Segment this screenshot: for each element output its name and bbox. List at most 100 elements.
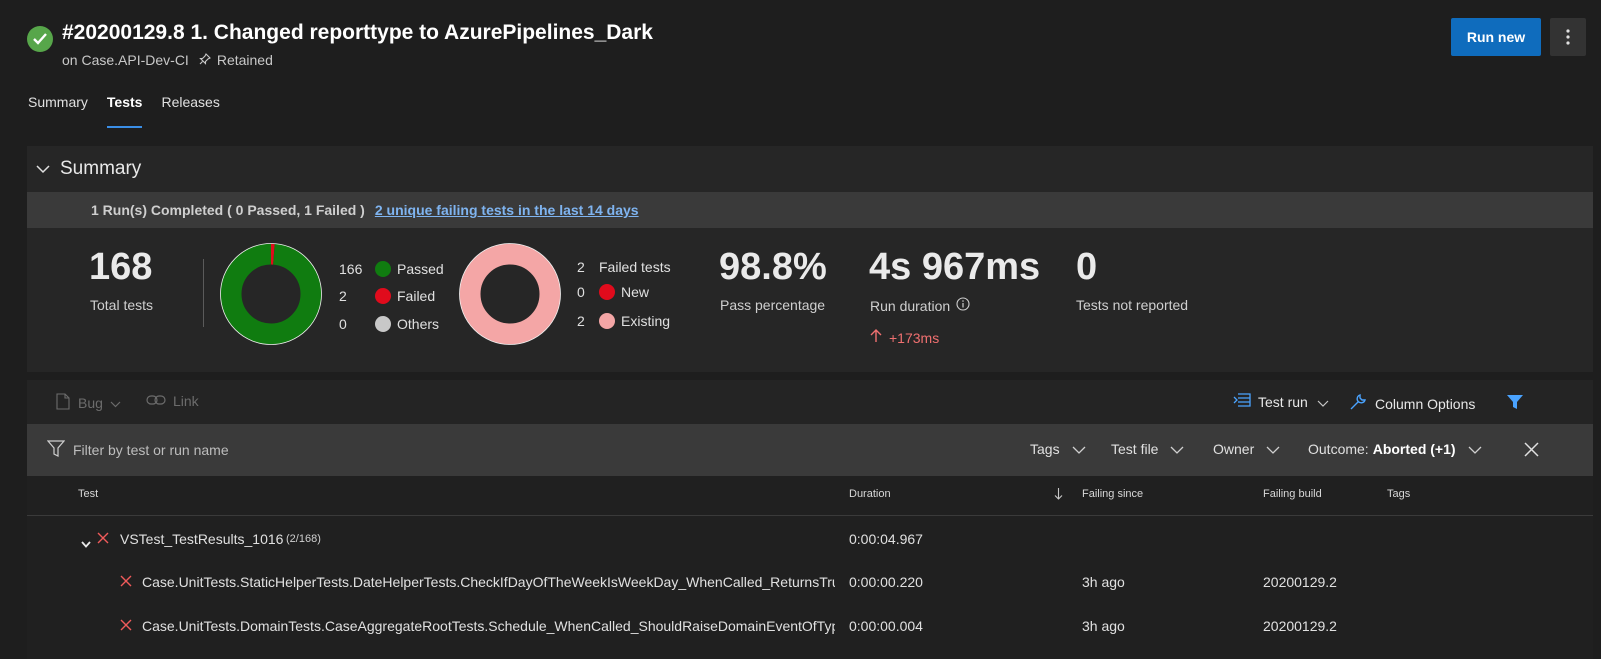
more-actions-button[interactable] (1550, 18, 1586, 56)
failing-build[interactable]: 20200129.2 (1263, 574, 1337, 590)
existing-count: 2 (577, 313, 585, 329)
link-icon (146, 393, 166, 409)
info-icon[interactable] (956, 297, 970, 314)
others-count: 0 (339, 316, 347, 332)
chevron-down-icon[interactable] (36, 161, 50, 179)
retained-label: Retained (216, 52, 273, 68)
outcome-filter-value: Aborted (+1) (1372, 441, 1456, 457)
failing-since: 3h ago (1082, 618, 1125, 634)
column-header-duration[interactable]: Duration (849, 488, 891, 500)
outcome-slice-passed (220, 243, 322, 345)
legend-failed-tests: 2 Failed tests (577, 259, 671, 275)
chevron-down-icon (1317, 394, 1329, 410)
failed-tests-donut-chart (459, 243, 561, 345)
column-header-test[interactable]: Test (78, 488, 98, 500)
new-dot (599, 284, 615, 300)
test-duration: 0:00:00.004 (849, 618, 923, 634)
test-duration: 0:00:00.220 (849, 574, 923, 590)
legend-failed: 2 Failed (339, 288, 435, 304)
test-name[interactable]: Case.UnitTests.DomainTests.CaseAggregate… (142, 618, 835, 634)
chevron-down-icon (1170, 441, 1184, 457)
run-title: #20200129.8 1. Changed reporttype to Azu… (62, 21, 653, 44)
run-duration-label: Run duration (870, 297, 951, 314)
column-header-failing-build[interactable]: Failing build (1263, 488, 1322, 500)
divider (203, 259, 204, 327)
owner-filter-dropdown[interactable]: Owner (1213, 441, 1280, 457)
owner-filter-label: Owner (1213, 441, 1255, 457)
failed-x-icon (120, 574, 132, 592)
run-duration-value: 4s 967ms (869, 246, 1041, 288)
column-header-failing-since[interactable]: Failing since (1082, 488, 1143, 500)
failed-x-icon (97, 531, 109, 549)
test-name[interactable]: Case.UnitTests.StaticHelperTests.DateHel… (142, 574, 835, 590)
total-tests-value: 168 (89, 246, 153, 288)
filter-input[interactable] (73, 442, 333, 458)
page-header: #20200129.8 1. Changed reporttype to Azu… (0, 0, 1601, 80)
tab-summary[interactable]: Summary (28, 94, 88, 128)
others-label: Others (397, 316, 440, 332)
passed-dot (375, 261, 391, 277)
new-count: 0 (577, 284, 585, 300)
outcome-donut-chart (220, 243, 322, 345)
failing-build[interactable]: 20200129.2 (1263, 618, 1337, 634)
link-button[interactable]: Link (146, 393, 199, 409)
failed-dot (375, 288, 391, 304)
failed-label: Failed (397, 288, 436, 304)
chevron-down-icon[interactable] (81, 535, 91, 553)
existing-label: Existing (621, 313, 671, 329)
failed-tests-count: 2 (577, 259, 585, 275)
legend-existing: 2 Existing (577, 313, 670, 329)
summary-heading: Summary (60, 158, 142, 179)
bug-button[interactable]: Bug (56, 393, 121, 413)
test-file-filter-label: Test file (1111, 441, 1159, 457)
document-icon (56, 393, 70, 413)
total-tests-label: Total tests (90, 297, 154, 313)
clear-filters-button[interactable] (1524, 442, 1539, 462)
tests-not-reported-label: Tests not reported (1076, 297, 1189, 313)
test-run-count: (2/168) (286, 533, 321, 545)
passed-count: 166 (339, 261, 363, 277)
duration-delta-value: +173ms (889, 329, 940, 346)
test-file-filter-dropdown[interactable]: Test file (1111, 441, 1184, 457)
tab-tests[interactable]: Tests (106, 94, 142, 128)
test-run-name[interactable]: VSTest_TestResults_1016 (120, 531, 283, 547)
run-new-button[interactable]: Run new (1451, 18, 1541, 56)
succeeded-status-icon (27, 26, 53, 52)
header-divider (27, 515, 1593, 516)
outcome-filter-dropdown[interactable]: Outcome: Aborted (+1) (1308, 441, 1482, 457)
wrench-icon (1349, 393, 1367, 414)
filter-toggle-button[interactable] (1506, 394, 1524, 413)
bug-label: Bug (78, 395, 103, 411)
unique-failing-tests-link[interactable]: 2 unique failing tests in the last 14 da… (375, 202, 639, 218)
tags-filter-dropdown[interactable]: Tags (1030, 441, 1086, 457)
table-row[interactable]: VSTest_TestResults_1016 (2/168) 0:00:04.… (27, 520, 1593, 556)
sort-arrow-down-icon[interactable] (1054, 487, 1063, 505)
group-by-test-run-dropdown[interactable]: Test run (1233, 393, 1329, 410)
filter-icon (46, 440, 66, 460)
failed-slice-existing (459, 243, 561, 345)
close-icon (1524, 442, 1539, 457)
run-subtitle: on Case.API-Dev-CI Retained (62, 52, 273, 68)
new-label: New (621, 284, 650, 300)
pin-icon (199, 52, 211, 68)
column-options-button[interactable]: Column Options (1349, 393, 1475, 414)
table-row[interactable]: Case.UnitTests.DomainTests.CaseAggregate… (27, 608, 1593, 644)
tags-filter-label: Tags (1030, 441, 1060, 457)
pass-percentage-label: Pass percentage (720, 297, 826, 313)
summary-header[interactable]: Summary (27, 146, 1593, 192)
filter-search[interactable] (46, 440, 333, 460)
column-header-tags[interactable]: Tags (1387, 488, 1410, 500)
runs-banner: 1 Run(s) Completed ( 0 Passed, 1 Failed … (27, 192, 1593, 228)
existing-dot (599, 313, 615, 329)
pass-percentage-value: 98.8% (719, 246, 827, 288)
failed-x-icon (120, 618, 132, 636)
tab-bar: Summary Tests Releases (28, 94, 239, 128)
table-row[interactable]: Case.UnitTests.StaticHelperTests.DateHel… (27, 564, 1593, 600)
test-run-duration: 0:00:04.967 (849, 531, 923, 547)
tab-releases[interactable]: Releases (161, 94, 219, 128)
pipeline-name[interactable]: on Case.API-Dev-CI (62, 52, 189, 68)
filter-bar: Tags Test file Owner Outcome: Aborted (+… (27, 424, 1593, 476)
chevron-down-icon (110, 395, 121, 411)
tests-not-reported-value: 0 (1076, 246, 1098, 288)
failed-count: 2 (339, 288, 347, 304)
